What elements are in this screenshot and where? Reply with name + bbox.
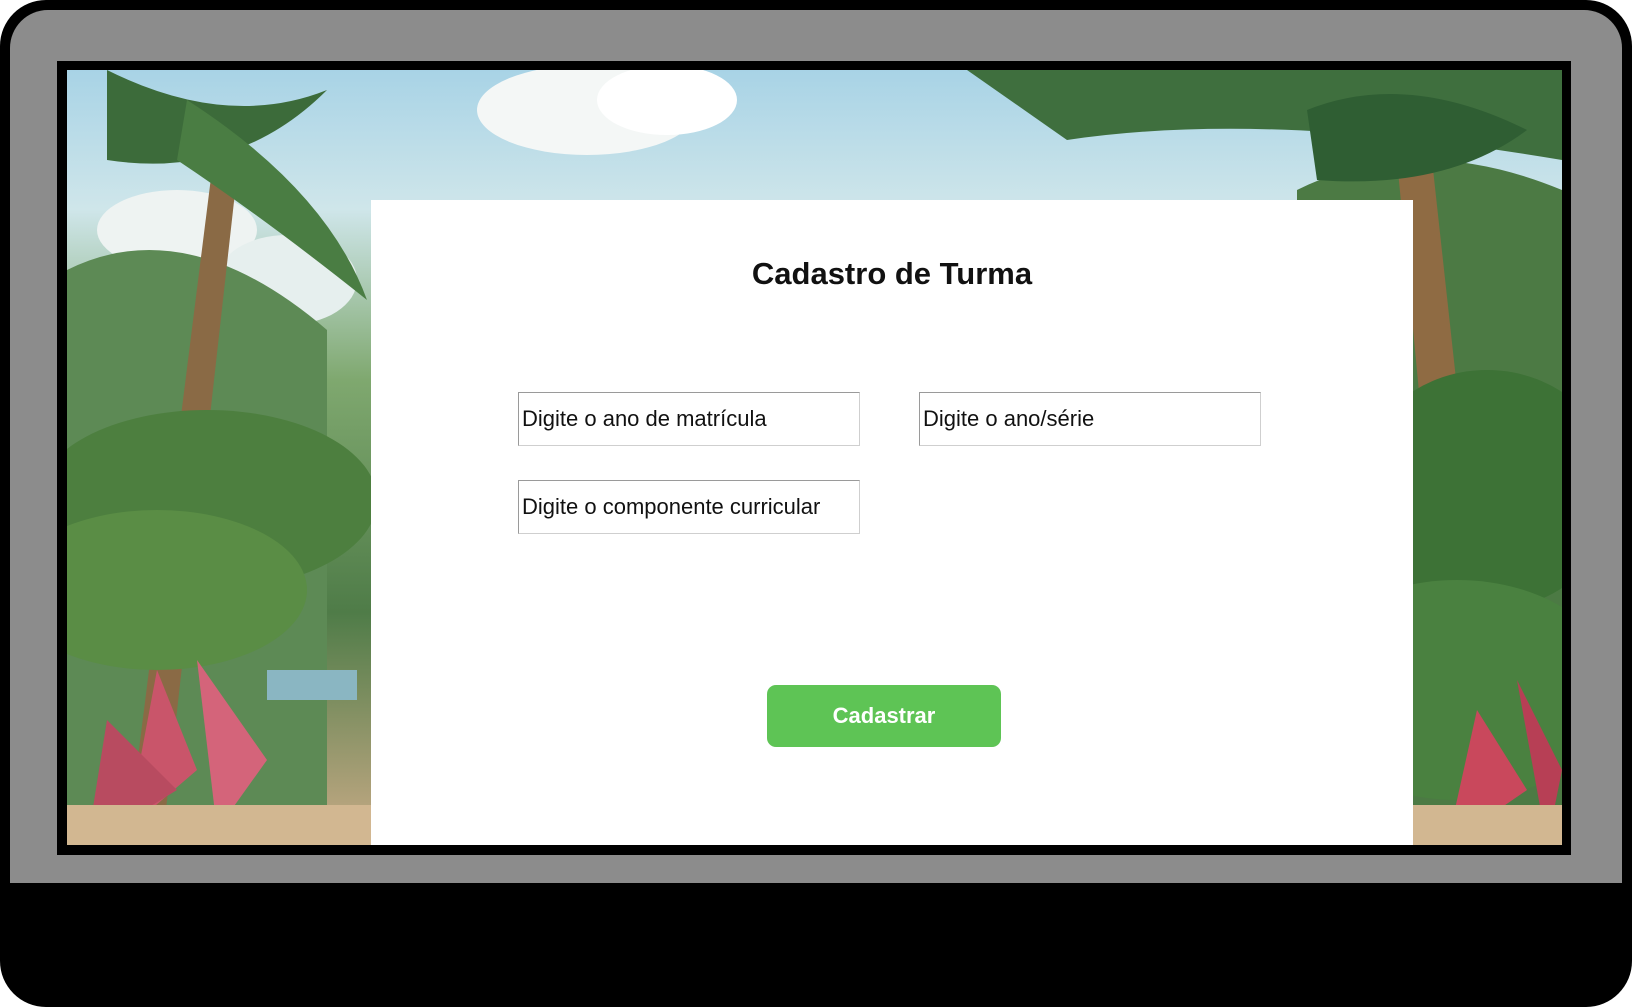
device-frame: Cadastro de Turma Cadastrar xyxy=(0,0,1632,1007)
curricular-component-input[interactable] xyxy=(518,480,860,534)
page-title: Cadastro de Turma xyxy=(751,256,1033,291)
enrollment-year-input[interactable] xyxy=(518,392,860,446)
grade-input[interactable] xyxy=(919,392,1261,446)
register-button[interactable]: Cadastrar xyxy=(767,685,1001,747)
class-registration-card: Cadastro de Turma Cadastrar xyxy=(371,200,1413,845)
jungle-background: Cadastro de Turma Cadastrar xyxy=(67,70,1562,845)
